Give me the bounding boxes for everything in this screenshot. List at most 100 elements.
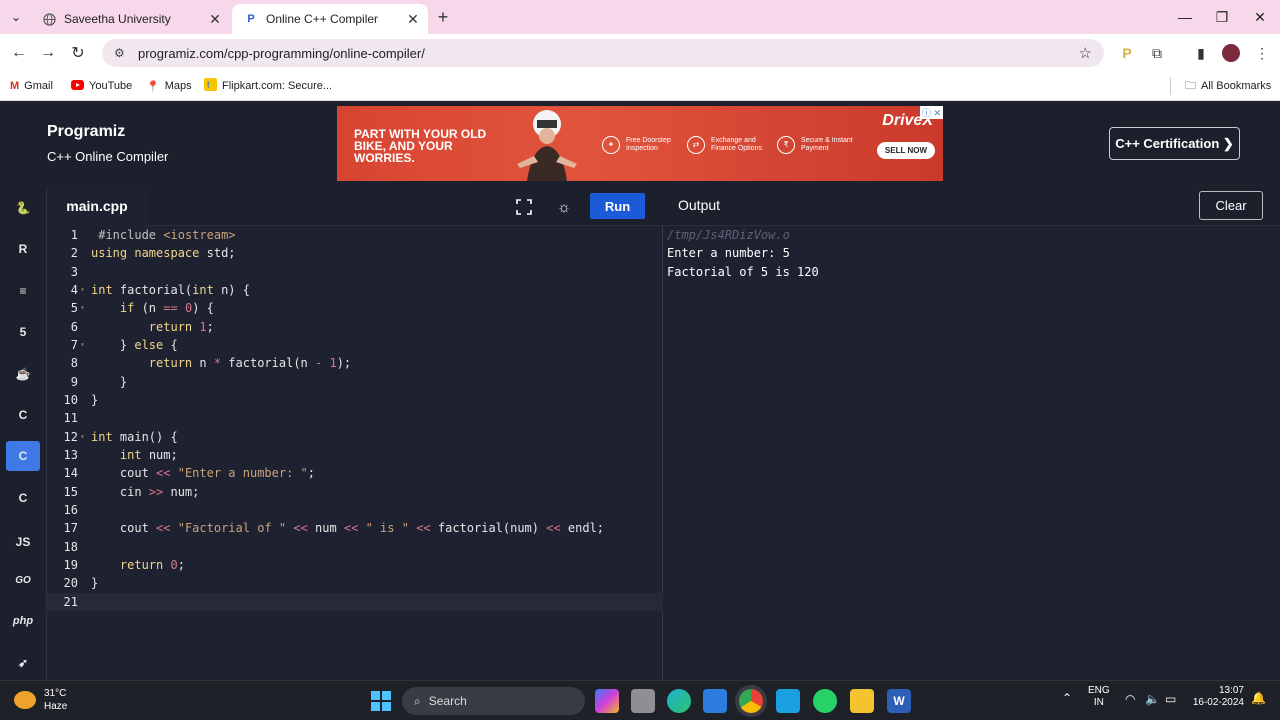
bookmark-star-icon[interactable]: ☆	[1079, 44, 1092, 62]
java-icon[interactable]: ☕	[6, 359, 40, 389]
code-line[interactable]: 11	[47, 409, 663, 427]
cpp-certification-button[interactable]: C++ Certification ❯	[1109, 127, 1240, 160]
file-tab-main-cpp[interactable]: main.cpp	[47, 186, 147, 226]
weather-widget[interactable]: 31°C Haze	[14, 687, 67, 713]
code-line[interactable]: 19 return 0;	[47, 556, 663, 574]
profile-avatar[interactable]	[1221, 43, 1241, 63]
code-line[interactable]: 10}	[47, 391, 663, 409]
back-icon[interactable]: ←	[8, 42, 30, 64]
new-tab-button[interactable]: +	[432, 6, 454, 28]
csharp-icon[interactable]: C	[6, 483, 40, 513]
line-number: 8	[70, 356, 78, 371]
r-icon[interactable]: R	[6, 234, 40, 264]
code-line[interactable]: 1 #include <iostream>	[47, 226, 663, 244]
word-icon[interactable]: W	[887, 689, 911, 713]
code-line[interactable]: 8 return n * factorial(n - 1);	[47, 354, 663, 372]
close-tab-icon[interactable]: ✕	[404, 10, 422, 28]
close-window-icon[interactable]: ✕	[1248, 6, 1272, 28]
js-icon[interactable]: JS	[6, 527, 40, 557]
windows-start-icon[interactable]	[369, 689, 393, 713]
file-explorer-icon[interactable]	[850, 689, 874, 713]
go-icon[interactable]: GO	[6, 565, 40, 595]
wifi-icon[interactable]: ◠	[1125, 693, 1135, 705]
copilot-icon[interactable]	[595, 689, 619, 713]
taskbar-search[interactable]: ⌕ Search	[402, 687, 585, 715]
code-line[interactable]: 20}	[47, 574, 663, 592]
fold-arrow-icon[interactable]: ▾	[80, 299, 85, 317]
ad-feature: ✦ Free Doorstep Inspection	[602, 136, 681, 154]
line-number: 5	[70, 301, 78, 316]
code-line[interactable]: 7 ▾ } else {	[47, 336, 663, 354]
language-indicator[interactable]: ENG IN	[1088, 685, 1110, 709]
site-info-icon[interactable]: ⚙	[114, 46, 130, 60]
ad-sell-now-button[interactable]: SELL NOW	[876, 142, 935, 159]
extension-icon[interactable]: P	[1117, 43, 1137, 63]
ad-close-icon[interactable]: ⓘ ✕	[919, 106, 943, 119]
code-line[interactable]: 2 using namespace std;	[47, 244, 663, 262]
php-icon[interactable]: php	[6, 606, 40, 636]
bookmark-gmail[interactable]: M Gmail	[10, 78, 53, 94]
code-line[interactable]: 5 ▾ if (n == 0) {	[47, 299, 663, 317]
bookmark-flipkart[interactable]: f Flipkart.com: Secure...	[204, 78, 332, 94]
code-line[interactable]: 6 return 1;	[47, 318, 663, 336]
run-button[interactable]: Run	[590, 193, 645, 219]
show-hidden-icons-icon[interactable]: ⌃	[1062, 692, 1072, 704]
code-line[interactable]: 12 ▾ int main() {	[47, 428, 663, 446]
code-line[interactable]: 13 int num;	[47, 446, 663, 464]
code-line[interactable]: 16	[47, 501, 663, 519]
browser-tab-compiler[interactable]: P Online C++ Compiler ✕	[232, 4, 428, 34]
fold-arrow-icon[interactable]: ▾	[80, 428, 85, 446]
ad-feature: ₹ Secure & Instant Payment	[777, 136, 856, 154]
code-area[interactable]: 1 #include <iostream> 2 using namespace st…	[47, 226, 663, 611]
side-panel-icon[interactable]: ▮	[1191, 43, 1211, 63]
chrome-icon[interactable]	[739, 689, 763, 713]
cpp-icon[interactable]: C	[6, 441, 40, 471]
code-line[interactable]: 15 cin >> num;	[47, 483, 663, 501]
html-icon[interactable]: 5	[6, 317, 40, 347]
reload-icon[interactable]: ↻	[67, 42, 89, 64]
notification-bell-icon[interactable]: 🔔	[1251, 692, 1266, 704]
extensions-puzzle-icon[interactable]: ⧉	[1147, 43, 1167, 63]
clock[interactable]: 13:07 16-02-2024	[1188, 685, 1244, 709]
code-line[interactable]: 14 cout << "Enter a number: ";	[47, 464, 663, 482]
advertisement-banner[interactable]: PART WITH YOUR OLD BIKE, AND YOUR WORRIE…	[337, 106, 943, 181]
all-bookmarks-button[interactable]: 🗀 All Bookmarks	[1185, 78, 1271, 94]
battery-icon[interactable]: ▭	[1165, 693, 1176, 705]
browser-tab-saveetha[interactable]: Saveetha University ✕	[30, 4, 230, 34]
store-icon[interactable]	[703, 689, 727, 713]
minimize-icon[interactable]: —	[1173, 6, 1197, 28]
bookmark-maps[interactable]: 📍 Maps	[146, 78, 192, 94]
code-line[interactable]: 9 }	[47, 373, 663, 391]
fullscreen-icon[interactable]	[511, 194, 537, 220]
bookmark-youtube[interactable]: YouTube	[71, 78, 132, 94]
menu-kebab-icon[interactable]: ⋮	[1252, 43, 1272, 63]
sql-icon[interactable]: ≡	[6, 276, 40, 306]
close-tab-icon[interactable]: ✕	[206, 10, 224, 28]
code-line[interactable]: 18	[47, 538, 663, 556]
forward-icon[interactable]: →	[37, 42, 59, 64]
date-text: 16-02-2024	[1192, 697, 1244, 708]
fold-arrow-icon[interactable]: ▾	[80, 336, 85, 354]
code-line[interactable]: 3	[47, 263, 663, 281]
swift-icon[interactable]: ➶	[6, 648, 40, 678]
c-icon[interactable]: C	[6, 400, 40, 430]
code-line[interactable]: 21	[47, 592, 663, 611]
code-line[interactable]: 17 cout << "Factorial of " << num << " i…	[47, 519, 663, 537]
clear-button[interactable]: Clear	[1199, 191, 1263, 220]
restore-icon[interactable]: ❐	[1210, 6, 1234, 28]
output-console[interactable]: /tmp/Js4RDizVow.o Enter a number: 5 Fact…	[667, 226, 819, 281]
code-editor-panel: main.cpp ☼ Run 1 #include <iostream> 2 usi…	[47, 186, 663, 680]
python-icon[interactable]: 🐍	[6, 193, 40, 223]
fold-arrow-icon[interactable]: ▾	[80, 281, 85, 299]
desktop-icon[interactable]	[776, 689, 800, 713]
page-subtitle: C++ Online Compiler	[47, 149, 169, 164]
url-input[interactable]: ⚙ programiz.com/cpp-programming/online-c…	[102, 39, 1104, 67]
volume-mute-icon[interactable]: 🔈	[1145, 693, 1160, 705]
theme-toggle-sun-icon[interactable]: ☼	[551, 194, 577, 220]
whatsapp-icon[interactable]	[813, 689, 837, 713]
task-view-icon[interactable]	[631, 689, 655, 713]
programiz-logo[interactable]: Programiz	[47, 123, 125, 141]
tab-search-icon[interactable]: ⌄	[6, 7, 26, 27]
edge-icon[interactable]	[667, 689, 691, 713]
code-line[interactable]: 4 ▾ int factorial(int n) {	[47, 281, 663, 299]
